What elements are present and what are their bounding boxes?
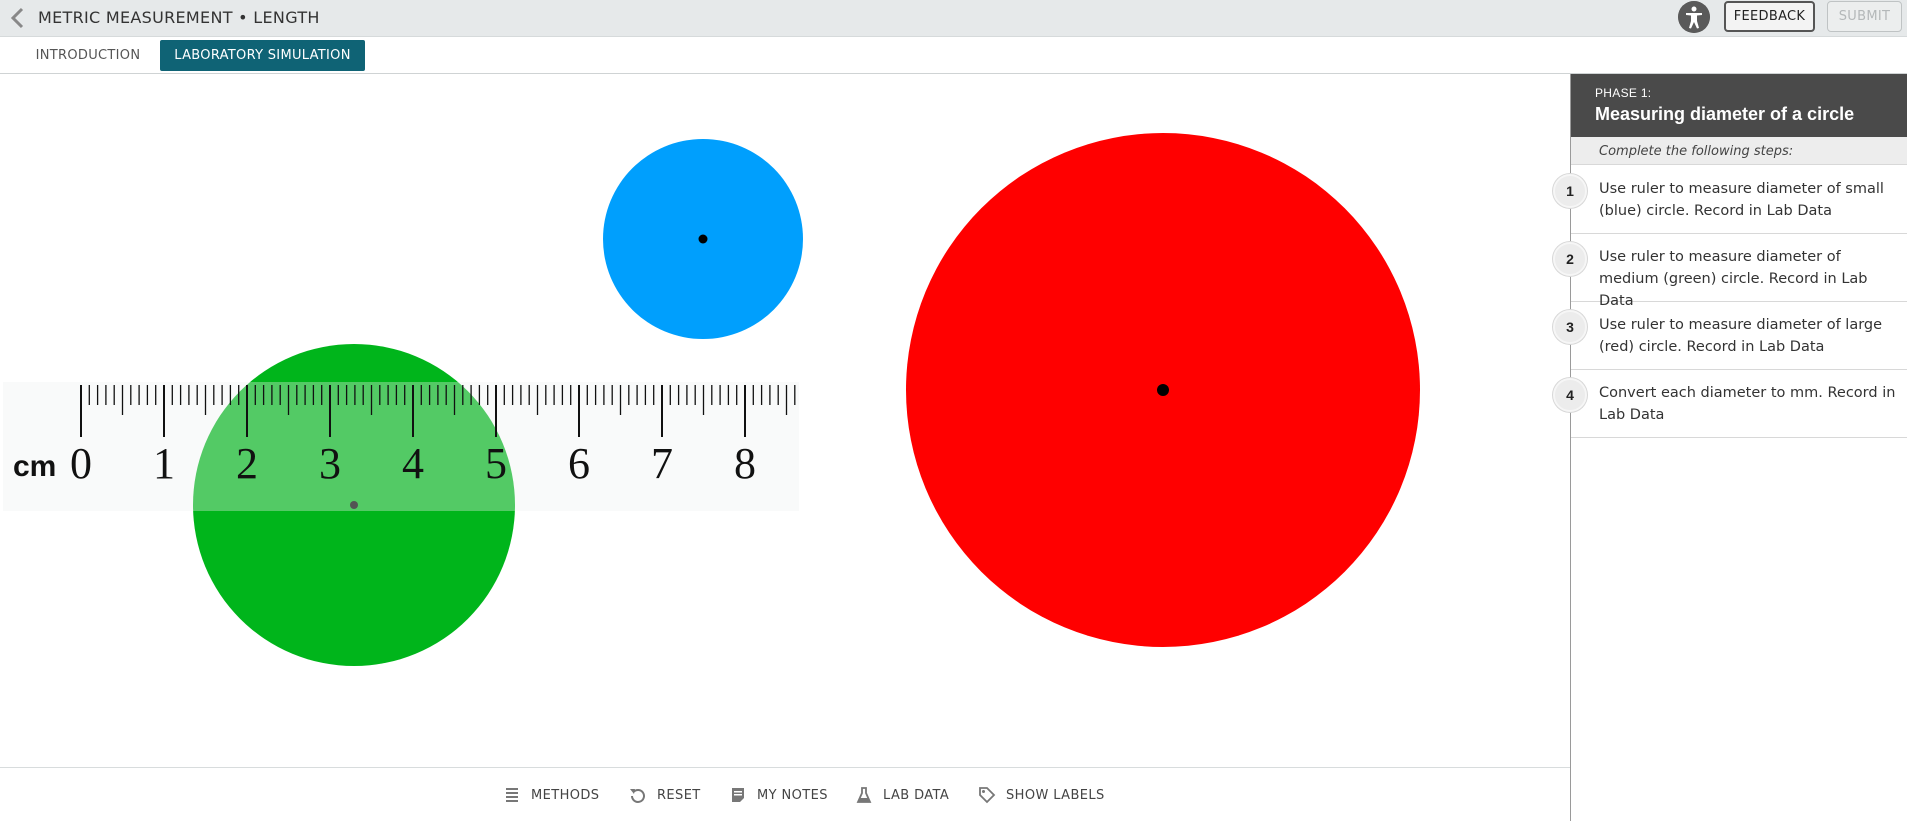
simulation-svg: cm 0 1 2 3 4 5 6 7 8: [3, 133, 1420, 666]
methods-icon: [506, 788, 518, 802]
top-bar: METRIC MEASUREMENT • LENGTH FEEDBACK SUB…: [0, 0, 1907, 37]
phase-title: Measuring diameter of a circle: [1595, 104, 1855, 124]
app-title: METRIC MEASUREMENT • LENGTH: [38, 8, 320, 27]
methods-button[interactable]: METHODS: [503, 782, 599, 808]
methods-label: METHODS: [531, 787, 600, 803]
step-number: 1: [1553, 174, 1587, 208]
step-number: 4: [1553, 378, 1587, 412]
phase-label: PHASE 1:: [1595, 86, 1652, 100]
tab-bar: INTRODUCTION LABORATORY SIMULATION: [0, 37, 1907, 74]
notes-icon: [732, 788, 744, 802]
phase-header: PHASE 1: Measuring diameter of a circle: [1571, 74, 1907, 137]
show-labels-button[interactable]: SHOW LABELS: [978, 782, 1105, 808]
ruler-unit-label: cm: [13, 450, 56, 483]
lab-data-button[interactable]: LAB DATA: [855, 782, 949, 808]
step-item: 3 Use ruler to measure diameter of large…: [1553, 302, 1907, 370]
reset-button[interactable]: RESET: [629, 782, 701, 808]
tab-laboratory-simulation[interactable]: LABORATORY SIMULATION: [160, 40, 365, 71]
ruler-number: 8: [734, 439, 756, 488]
step-item: 4 Convert each diameter to mm. Record in…: [1553, 370, 1907, 438]
ruler-number: 6: [568, 439, 590, 488]
step-item: 2 Use ruler to measure diameter of mediu…: [1553, 234, 1907, 309]
step-item: 1 Use ruler to measure diameter of small…: [1553, 166, 1907, 234]
step-text: Convert each diameter to mm. Record in L…: [1599, 385, 1896, 423]
tag-icon: [979, 787, 996, 804]
step-number: 2: [1553, 242, 1587, 276]
ruler-number: 0: [70, 439, 92, 488]
ruler-number: 5: [485, 439, 507, 488]
accessibility-icon[interactable]: [1678, 1, 1710, 33]
bottom-toolbar: METHODS RESET MY NOTES LAB DATA SHOW LAB…: [0, 767, 1570, 821]
steps-intro: Complete the following steps:: [1571, 137, 1907, 165]
red-circle-center: [1157, 384, 1169, 396]
ruler-number: 2: [236, 439, 258, 488]
instructions-panel: PHASE 1: Measuring diameter of a circle …: [1553, 74, 1907, 821]
ruler[interactable]: cm 0 1 2 3 4 5 6 7 8: [3, 382, 799, 511]
ruler-numbers: 0 1 2 3 4 5 6 7 8: [70, 439, 756, 488]
step-text: Use ruler to measure diameter of small (…: [1599, 181, 1884, 219]
step-number: 3: [1553, 310, 1587, 344]
ruler-number: 7: [651, 439, 673, 488]
blue-circle-center: [698, 234, 708, 244]
chevron-left-icon[interactable]: [8, 6, 28, 30]
step-text: Use ruler to measure diameter of large (…: [1599, 317, 1883, 355]
feedback-button[interactable]: FEEDBACK: [1724, 1, 1815, 32]
simulation-canvas: cm 0 1 2 3 4 5 6 7 8: [0, 74, 1570, 767]
tab-introduction[interactable]: INTRODUCTION: [24, 40, 152, 71]
my-notes-label: MY NOTES: [757, 787, 828, 803]
reset-icon: [630, 789, 645, 803]
lab-data-label: LAB DATA: [883, 787, 950, 803]
my-notes-button[interactable]: MY NOTES: [729, 782, 828, 808]
red-circle[interactable]: [906, 133, 1420, 647]
blue-circle[interactable]: [603, 139, 803, 339]
flask-icon: [856, 787, 872, 803]
ruler-number: 3: [319, 439, 341, 488]
show-labels-label: SHOW LABELS: [1006, 787, 1105, 803]
submit-button[interactable]: SUBMIT: [1827, 1, 1902, 32]
ruler-number: 1: [153, 439, 175, 488]
reset-label: RESET: [657, 787, 701, 803]
ruler-number: 4: [402, 439, 424, 488]
